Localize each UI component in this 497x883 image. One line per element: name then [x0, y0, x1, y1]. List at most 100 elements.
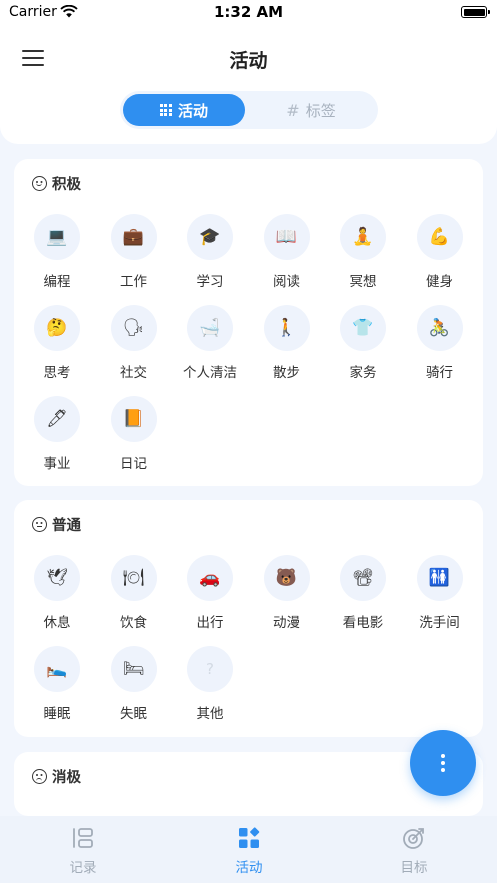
activity-label: 饮食: [120, 615, 147, 631]
activity-label: 睡眠: [43, 706, 71, 722]
activity-label: 编程: [43, 274, 71, 290]
activity-label: 其他: [196, 706, 224, 722]
flexed-biceps-icon: 💪: [416, 214, 463, 260]
activity-item[interactable]: 💻 编程: [19, 214, 95, 294]
tab-records-label: 记录: [69, 860, 97, 876]
activity-label: 骑行: [426, 365, 453, 381]
battery-icon: [461, 6, 490, 18]
activity-item[interactable]: 🛌 睡眠: [19, 646, 95, 726]
tab-activities-label: 活动: [235, 860, 263, 876]
pen-icon: 🖊: [34, 396, 80, 442]
more-dots-icon: [441, 754, 445, 758]
segment-tags[interactable]: # 标签: [250, 94, 372, 126]
activity-item[interactable]: 🚴 骑行: [402, 305, 478, 385]
activity-item[interactable]: 🐻 动漫: [249, 555, 325, 635]
activity-label: 事业: [43, 456, 71, 472]
section-header: 消极: [32, 766, 81, 787]
film-projector-icon: 📽: [340, 555, 386, 601]
section-header: 普通: [32, 514, 81, 535]
page-title: 活动: [229, 50, 268, 72]
activity-item[interactable]: 🚶 散步: [249, 305, 325, 385]
activity-label: 工作: [120, 274, 147, 290]
activity-label: 家务: [349, 365, 377, 381]
activity-label: 出行: [196, 615, 224, 631]
activity-label: 洗手间: [419, 615, 460, 631]
notebook-icon: 📙: [110, 396, 157, 442]
empty-bed-icon: 🛏: [110, 646, 157, 692]
tab-goals[interactable]: 目标: [331, 816, 497, 883]
segment-activities[interactable]: 活动: [123, 94, 245, 126]
records-list-icon: [73, 828, 93, 848]
hash-icon: #: [286, 100, 300, 120]
bed-icon: 🛌: [34, 646, 80, 692]
tab-bar: 记录 活动 目标: [0, 816, 497, 883]
dove-icon: 🕊: [34, 555, 80, 601]
graduation-cap-icon: 🎓: [187, 214, 233, 260]
clock: 1:32 AM: [213, 3, 284, 21]
bear-face-icon: 🐻: [263, 555, 310, 601]
more-actions-button[interactable]: [410, 730, 476, 796]
activity-item[interactable]: 🤔 思考: [19, 305, 95, 385]
activity-item[interactable]: 💪 健身: [402, 214, 478, 294]
bathtub-icon: 🛁: [187, 305, 233, 351]
activity-item[interactable]: 🛏 失眠: [96, 646, 172, 726]
activity-label: 学习: [196, 274, 224, 290]
section-card-positive: 积极 💻 编程 💼 工作 🎓 学习 📖 阅读 🧘 冥想 💪 健身 🤔 思考 🗣 社交 🛁 个人清洁 🚶 散步 👕 家务 🚴 骑…: [14, 159, 483, 486]
activity-label: 冥想: [349, 274, 377, 290]
activity-grid-icon: [239, 827, 260, 848]
activity-item[interactable]: 🚗 出行: [172, 555, 248, 635]
target-icon: [403, 828, 424, 849]
activity-label: 个人清洁: [183, 365, 237, 381]
activity-label: 看电影: [342, 615, 384, 631]
activity-label: 思考: [43, 365, 71, 381]
status-bar: Carrier 1:32 AM: [0, 0, 497, 26]
laptop-icon: 💻: [34, 214, 80, 260]
activity-label: 社交: [120, 365, 147, 381]
book-icon: 📖: [263, 214, 310, 260]
segmented-control: 活动 # 标签: [120, 91, 378, 129]
cyclist-icon: 🚴: [416, 305, 463, 351]
plate-icon: 🍽: [110, 555, 157, 601]
restroom-icon: 🚻: [416, 555, 463, 601]
activity-item[interactable]: ? 其他: [172, 646, 248, 726]
activity-item[interactable]: 🛁 个人清洁: [172, 305, 248, 385]
activity-label: 散步: [273, 365, 300, 381]
thinking-face-icon: 🤔: [34, 305, 80, 351]
activity-item[interactable]: 🚻 洗手间: [402, 555, 478, 635]
briefcase-icon: 💼: [110, 214, 157, 260]
activity-item[interactable]: 🎓 学习: [172, 214, 248, 294]
neutral-face-icon: [32, 517, 47, 532]
question-mark-icon: ?: [187, 646, 233, 692]
speaking-head-icon: 🗣: [110, 305, 157, 351]
activity-item[interactable]: 🧘 冥想: [325, 214, 401, 294]
section-title: 消极: [52, 770, 81, 786]
activity-item[interactable]: 📙 日记: [96, 396, 172, 476]
activity-label: 休息: [43, 615, 71, 631]
activity-item[interactable]: 🍽 饮食: [96, 555, 172, 635]
section-title: 积极: [52, 177, 81, 193]
activity-label: 阅读: [273, 274, 300, 290]
smile-face-icon: [32, 176, 47, 191]
tab-goals-label: 目标: [400, 860, 428, 876]
activity-item[interactable]: 🗣 社交: [96, 305, 172, 385]
activity-item[interactable]: 💼 工作: [96, 214, 172, 294]
section-title: 普通: [52, 518, 81, 534]
activity-label: 动漫: [273, 615, 300, 631]
activity-item[interactable]: 👕 家务: [325, 305, 401, 385]
header: 活动 活动 # 标签: [0, 26, 497, 144]
activity-label: 健身: [426, 274, 453, 290]
tab-records[interactable]: 记录: [0, 816, 166, 883]
activity-label: 日记: [120, 456, 147, 472]
activity-item[interactable]: 🕊 休息: [19, 555, 95, 635]
car-icon: 🚗: [187, 555, 233, 601]
tshirt-icon: 👕: [340, 305, 386, 351]
segment-activities-label: 活动: [177, 101, 208, 120]
activity-item[interactable]: 📽 看电影: [325, 555, 401, 635]
section-card-neutral: 普通 🕊 休息 🍽 饮食 🚗 出行 🐻 动漫 📽 看电影 🚻 洗手间 🛌 睡眠 🛏 失眠? 其他: [14, 500, 483, 737]
section-header: 积极: [32, 173, 81, 194]
tab-activities[interactable]: 活动: [166, 816, 332, 883]
activity-item[interactable]: 🖊 事业: [19, 396, 95, 476]
walking-person-icon: 🚶: [263, 305, 310, 351]
activity-label: 失眠: [120, 706, 147, 722]
activity-item[interactable]: 📖 阅读: [249, 214, 325, 294]
